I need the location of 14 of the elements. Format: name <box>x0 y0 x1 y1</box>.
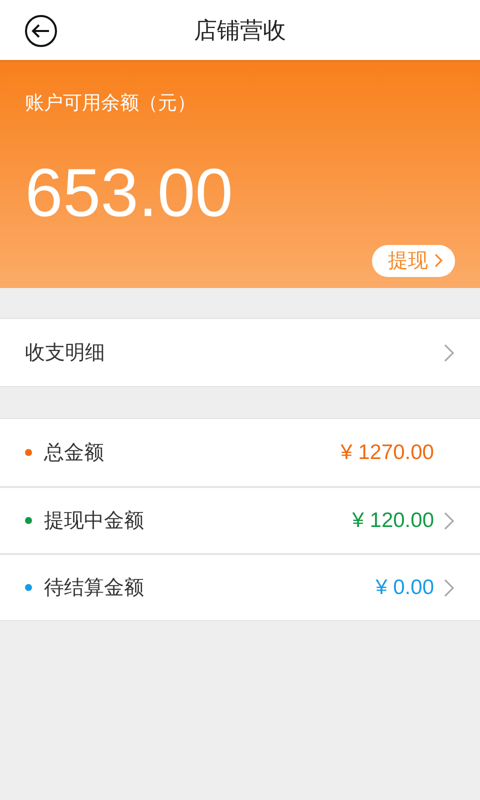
summary-label: 总金额 <box>44 440 105 466</box>
back-button[interactable] <box>24 14 58 48</box>
summary-label: 待结算金额 <box>44 576 145 600</box>
summary-amount: ¥ 1270.00 <box>340 440 434 466</box>
chevron-icon <box>443 342 455 362</box>
chevron-icon <box>434 253 443 268</box>
page-title: 店铺营收 <box>194 16 286 45</box>
balance-amount: 653.00 <box>25 158 233 226</box>
summary-label: 提现中金额 <box>44 508 145 534</box>
detail-row[interactable]: 收支明细 <box>0 319 480 386</box>
balance-label: 账户可用余额（元） <box>25 92 197 116</box>
summary-amount: ¥ 0.00 <box>376 574 434 601</box>
summary-amount: ¥ 120.00 <box>352 508 434 534</box>
detail-label: 收支明细 <box>25 340 105 366</box>
